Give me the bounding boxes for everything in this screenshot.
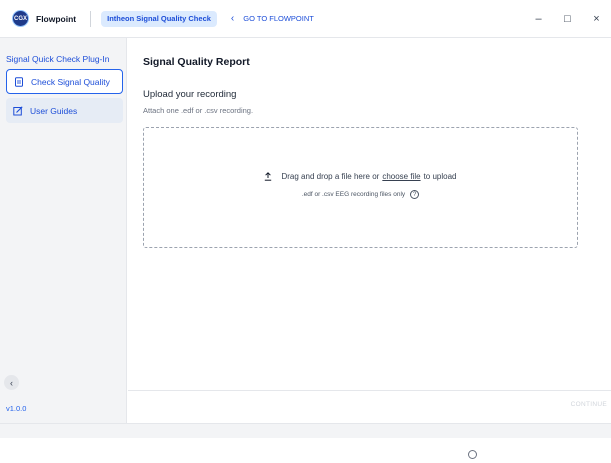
footer-bar: CONTINUE [128, 390, 611, 423]
minimize-button[interactable]: – [524, 0, 553, 38]
choose-file-link[interactable]: choose file [382, 172, 420, 181]
continue-button[interactable]: CONTINUE [571, 401, 607, 408]
bottom-area [0, 438, 611, 463]
title-divider [90, 10, 92, 27]
maximize-button[interactable]: □ [553, 0, 582, 38]
brand: CGX Flowpoint [12, 0, 76, 38]
dropzone-text-before: Drag and drop a file here or [281, 172, 380, 181]
edit-icon [13, 105, 23, 116]
upload-heading: Upload your recording [143, 89, 237, 100]
go-to-flowpoint-link[interactable]: ‹ GO TO FLOWPOINT [231, 13, 314, 24]
version-label: v1.0.0 [6, 404, 27, 413]
sidebar-heading: Signal Quick Check Plug-In [6, 54, 110, 64]
sidebar-item-check-signal-quality[interactable]: Check Signal Quality [6, 69, 123, 94]
document-icon [14, 76, 24, 87]
window-controls: – □ × [524, 0, 611, 38]
brand-name: Flowpoint [36, 13, 77, 24]
collapse-sidebar-button[interactable]: ‹ [4, 375, 19, 390]
sidebar-item-label: Check Signal Quality [31, 76, 110, 87]
chevron-left-icon: ‹ [230, 13, 235, 24]
close-button[interactable]: × [582, 0, 611, 38]
help-icon[interactable]: ? [410, 190, 420, 199]
dropzone-hint: .edf or .csv EEG recording files only ? [144, 190, 577, 199]
bottom-strip [0, 423, 611, 438]
plugin-tab[interactable]: Intheon Signal Quality Check [101, 10, 217, 27]
upload-subtitle: Attach one .edf or .csv recording. [143, 106, 254, 115]
sidebar-item-label: User Guides [30, 105, 78, 116]
dropzone-instructions: Drag and drop a file here or choose file… [144, 172, 577, 181]
go-to-flowpoint-label: GO TO FLOWPOINT [243, 14, 314, 23]
page-title: Signal Quality Report [143, 56, 250, 68]
sidebar: Signal Quick Check Plug-In Check Signal … [0, 38, 127, 423]
file-dropzone[interactable]: Drag and drop a file here or choose file… [143, 127, 578, 248]
title-bar: CGX Flowpoint Intheon Signal Quality Che… [0, 0, 611, 38]
circle-icon [468, 450, 477, 459]
flowpoint-logo: CGX [12, 10, 29, 27]
main-content: Signal Quality Report Upload your record… [128, 38, 611, 423]
file-type-hint: .edf or .csv EEG recording files only [301, 191, 406, 198]
dropzone-text-after: to upload [423, 172, 457, 181]
sidebar-item-user-guides[interactable]: User Guides [6, 98, 123, 123]
upload-icon [264, 172, 272, 181]
